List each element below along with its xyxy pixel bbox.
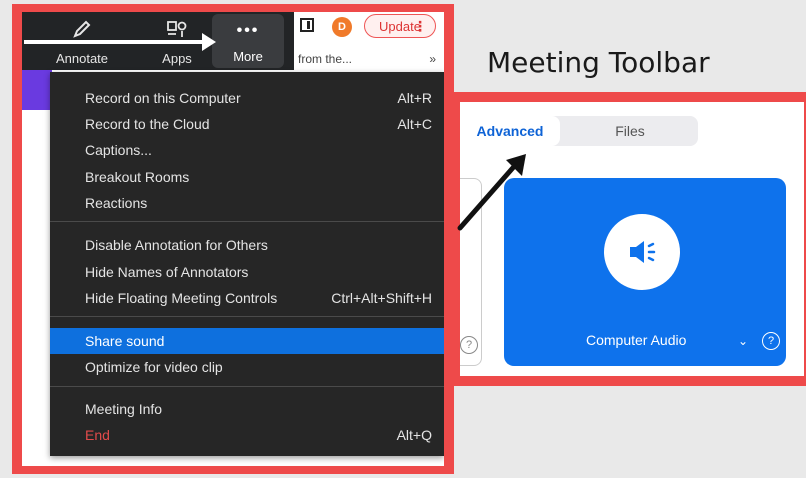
left-screenshot-frame: Annotate Apps ••• More D Update ⋮ from t…: [12, 4, 454, 474]
menu-item-record-cloud[interactable]: Record to the Cloud Alt+C: [50, 112, 444, 136]
menu-item-shortcut: Alt+R: [397, 90, 432, 106]
menu-item-label: Hide Floating Meeting Controls: [85, 290, 278, 306]
share-tabs: Advanced Files: [460, 116, 698, 146]
menu-item-label: Disable Annotation for Others: [85, 237, 268, 253]
arrow-icon: [457, 154, 526, 231]
right-screenshot-frame: Advanced Files ? Computer Audio ⌄ ?: [450, 92, 806, 386]
menu-item-disable-annotation[interactable]: Disable Annotation for Others: [50, 233, 444, 257]
menu-item-meeting-info[interactable]: Meeting Info: [50, 397, 444, 421]
arrow-icon: [24, 33, 216, 51]
speaker-icon: [604, 214, 680, 290]
menu-item-label: Record on this Computer: [85, 90, 241, 106]
audio-share-panel: Advanced Files ? Computer Audio ⌄ ?: [460, 102, 804, 376]
help-icon[interactable]: ?: [460, 336, 478, 354]
menu-separator: [50, 386, 444, 387]
menu-item-end[interactable]: End Alt+Q: [50, 423, 444, 447]
zoom-window: Annotate Apps ••• More D Update ⋮ from t…: [22, 12, 444, 466]
menu-separator: [50, 221, 444, 222]
computer-audio-card[interactable]: Computer Audio ⌄ ?: [504, 178, 786, 366]
menu-item-record-computer[interactable]: Record on this Computer Alt+R: [50, 86, 444, 110]
browser-toolbar-area: D Update ⋮ from the... »: [294, 12, 444, 70]
update-button[interactable]: Update ⋮: [364, 14, 436, 38]
purple-banner: [22, 70, 52, 110]
menu-item-label: Breakout Rooms: [85, 169, 190, 185]
kebab-menu-icon[interactable]: ⋮: [413, 18, 427, 34]
menu-item-captions[interactable]: Captions...: [50, 138, 444, 162]
menu-item-label: Meeting Info: [85, 401, 163, 417]
menu-item-shortcut: Alt+Q: [396, 427, 432, 443]
tab-files[interactable]: Files: [570, 116, 690, 146]
menu-item-label: End: [85, 427, 110, 443]
more-dots: •••: [236, 22, 260, 39]
menu-item-hide-floating-controls[interactable]: Hide Floating Meeting Controls Ctrl+Alt+…: [50, 286, 444, 310]
help-icon[interactable]: ?: [762, 332, 780, 350]
menu-item-label: Reactions: [85, 195, 148, 211]
annotate-label: Annotate: [55, 51, 109, 66]
meeting-toolbar-title: Meeting Toolbar: [487, 46, 710, 79]
computer-audio-label: Computer Audio: [586, 332, 687, 348]
menu-item-label: Optimize for video clip: [85, 359, 223, 375]
more-label: More: [233, 49, 263, 64]
bookmarks-overflow-icon[interactable]: »: [429, 52, 436, 66]
menu-item-optimize-video[interactable]: Optimize for video clip: [50, 355, 444, 379]
apps-label: Apps: [162, 51, 192, 66]
chevron-down-icon[interactable]: ⌄: [738, 334, 748, 348]
menu-item-shortcut: Alt+C: [397, 116, 432, 132]
avatar[interactable]: D: [332, 17, 352, 37]
menu-item-reactions[interactable]: Reactions: [50, 191, 444, 215]
meeting-toolbar: Annotate Apps ••• More D Update ⋮ from t…: [22, 12, 444, 70]
menu-item-hide-annotator-names[interactable]: Hide Names of Annotators: [50, 260, 444, 284]
tab-advanced[interactable]: Advanced: [460, 116, 560, 146]
menu-separator: [50, 316, 444, 317]
menu-item-breakout-rooms[interactable]: Breakout Rooms: [50, 165, 444, 189]
menu-item-label: Captions...: [85, 142, 152, 158]
menu-item-label: Record to the Cloud: [85, 116, 210, 132]
menu-item-share-sound[interactable]: Share sound: [50, 328, 444, 354]
menu-item-shortcut: Ctrl+Alt+Shift+H: [331, 290, 432, 306]
bookmark-text[interactable]: from the...: [298, 52, 352, 66]
pencil-icon: [22, 16, 142, 42]
more-dots-icon: •••: [212, 18, 284, 44]
menu-item-label: Share sound: [85, 333, 165, 349]
more-button[interactable]: ••• More: [212, 14, 284, 68]
menu-item-label: Hide Names of Annotators: [85, 264, 249, 280]
more-menu: Record on this Computer Alt+R Record to …: [50, 72, 444, 456]
sidebar-toggle-icon[interactable]: [300, 18, 314, 32]
